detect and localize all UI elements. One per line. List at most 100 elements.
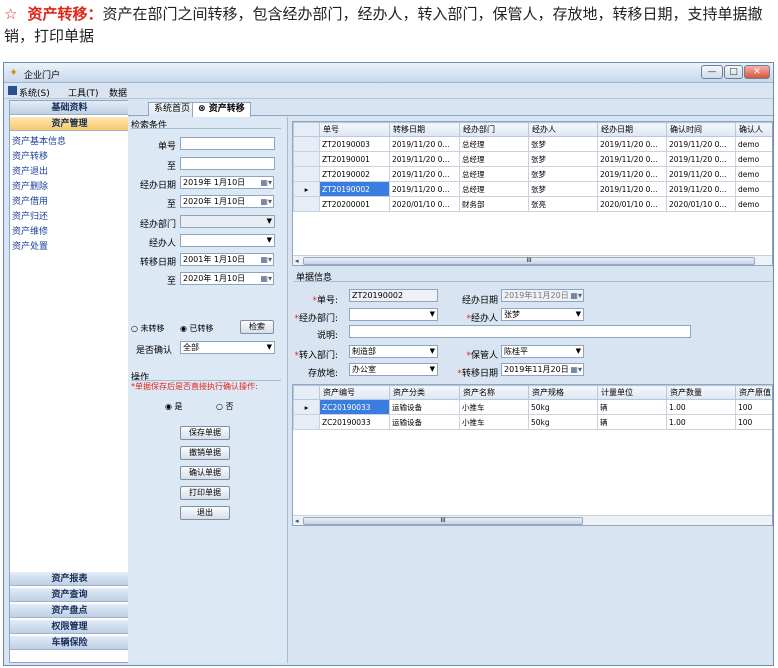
table-cell[interactable]: 2020/01/10 0...: [389, 196, 460, 212]
minimize-button[interactable]: —: [701, 65, 723, 79]
table-cell[interactable]: 张梦: [528, 151, 598, 167]
radio-auto-confirm-no[interactable]: ○ 否: [216, 401, 234, 412]
table-cell[interactable]: 2019/11/20 0...: [389, 166, 460, 182]
chevron-down-icon[interactable]: ▼: [430, 364, 435, 375]
table-cell[interactable]: 2019/11/20 0...: [597, 166, 667, 182]
col-header[interactable]: 资产名称: [459, 385, 529, 400]
row-selector[interactable]: ▸: [293, 399, 320, 415]
revoke-doc-button[interactable]: 撤销单据: [180, 446, 230, 460]
chevron-down-icon[interactable]: ▼: [267, 216, 272, 227]
col-header[interactable]: 确认人: [735, 122, 772, 137]
table-cell[interactable]: 2019/11/20 0...: [666, 151, 736, 167]
sidebar-item-borrow[interactable]: 资产借用: [12, 195, 66, 210]
calendar-icon[interactable]: ▦▾: [260, 177, 272, 188]
table-cell[interactable]: 50kg: [528, 414, 598, 430]
col-header[interactable]: 转移日期: [389, 122, 460, 137]
col-header[interactable]: 资产规格: [528, 385, 598, 400]
op-date-to-picker[interactable]: 2020年 1月10日 ▦▾: [180, 195, 274, 208]
table-cell[interactable]: 张梦: [528, 166, 598, 182]
tab-home[interactable]: 系统首页: [148, 102, 197, 116]
sidebar-item-delete[interactable]: 资产删除: [12, 180, 66, 195]
handler-select[interactable]: ▼: [180, 234, 275, 247]
info-note-input[interactable]: [349, 325, 691, 338]
table-cell[interactable]: 2019/11/20 0...: [666, 181, 736, 197]
info-doc-no-field[interactable]: ZT20190002: [349, 289, 438, 302]
table-cell[interactable]: 财务部: [459, 196, 529, 212]
table-cell[interactable]: ZT20190003: [319, 136, 390, 152]
col-header[interactable]: 资产分类: [389, 385, 460, 400]
col-header[interactable]: 资产数量: [666, 385, 736, 400]
chevron-down-icon[interactable]: ▼: [576, 309, 581, 320]
info-op-date-picker[interactable]: 2019年11月20日 ▦▾: [501, 289, 584, 302]
confirm-doc-button[interactable]: 确认单据: [180, 466, 230, 480]
sidebar-item-repair[interactable]: 资产维修: [12, 225, 66, 240]
table-cell[interactable]: 运输设备: [389, 399, 460, 415]
table-cell[interactable]: 小推车: [459, 399, 529, 415]
horizontal-scrollbar[interactable]: ◂ III: [293, 255, 772, 265]
chevron-down-icon[interactable]: ▼: [430, 309, 435, 320]
restore-button[interactable]: □: [724, 65, 743, 79]
table-cell[interactable]: demo: [735, 166, 772, 182]
table-cell[interactable]: 张梦: [528, 181, 598, 197]
table-row[interactable]: ▸ ZC20190033 运输设备 小推车 50kg 辆 1.00 100: [293, 399, 772, 415]
print-doc-button[interactable]: 打印单据: [180, 486, 230, 500]
menu-system[interactable]: 系统(S): [19, 86, 50, 99]
table-cell[interactable]: 1.00: [666, 414, 736, 430]
table-cell[interactable]: ZT20200001: [319, 196, 390, 212]
col-header[interactable]: 资产编号: [319, 385, 390, 400]
chevron-down-icon[interactable]: ▼: [267, 342, 272, 353]
table-cell[interactable]: 2019/11/20 0...: [597, 181, 667, 197]
scroll-thumb[interactable]: III: [303, 517, 583, 525]
table-row[interactable]: ZT20200001 2020/01/10 0... 财务部 张亮 2020/01/10…: [293, 196, 772, 212]
row-selector[interactable]: [293, 414, 320, 430]
col-header[interactable]: 计量单位: [597, 385, 667, 400]
table-cell[interactable]: 小推车: [459, 414, 529, 430]
table-cell[interactable]: ZC20190033: [319, 399, 390, 415]
radio-transferred[interactable]: ◉ 已转移: [180, 323, 214, 334]
col-header[interactable]: 经办人: [528, 122, 598, 137]
info-in-dept-select[interactable]: 制造部 ▼: [349, 345, 438, 358]
col-header[interactable]: 资产原值: [735, 385, 772, 400]
table-cell[interactable]: demo: [735, 181, 772, 197]
table-cell[interactable]: ZC20190033: [319, 414, 390, 430]
close-button[interactable]: ✕: [744, 65, 770, 79]
table-row[interactable]: ZT20190003 2019/11/20 0... 总经理 张梦 2019/11/20…: [293, 136, 772, 152]
col-header[interactable]: 经办部门: [459, 122, 529, 137]
search-button[interactable]: 检索: [240, 320, 274, 334]
table-cell[interactable]: 100: [735, 399, 772, 415]
info-location-select[interactable]: 办公室 ▼: [349, 363, 438, 376]
table-cell[interactable]: 2019/11/20 0...: [389, 136, 460, 152]
table-cell[interactable]: 2019/11/20 0...: [597, 136, 667, 152]
table-cell[interactable]: 2019/11/20 0...: [389, 181, 460, 197]
sidebar-header-basic[interactable]: 基础资料: [10, 101, 129, 115]
doc-no-to-input[interactable]: [180, 157, 275, 170]
tab-close-icon[interactable]: ⊗: [198, 104, 206, 114]
sidebar-item-dispose[interactable]: 资产处置: [12, 240, 66, 255]
table-cell[interactable]: ZT20190001: [319, 151, 390, 167]
table-cell[interactable]: 1.00: [666, 399, 736, 415]
table-cell[interactable]: demo: [735, 136, 772, 152]
table-cell[interactable]: 2020/01/10 0...: [597, 196, 667, 212]
table-cell[interactable]: 辆: [597, 414, 667, 430]
doc-no-input[interactable]: [180, 137, 275, 150]
chevron-down-icon[interactable]: ▼: [267, 235, 272, 246]
table-cell[interactable]: ZT20190002: [319, 181, 390, 197]
row-selector[interactable]: [293, 151, 320, 167]
table-cell[interactable]: 辆: [597, 399, 667, 415]
info-transfer-date-picker[interactable]: 2019年11月20日 ▦▾: [501, 363, 584, 376]
transfer-date-from-picker[interactable]: 2001年 1月10日 ▦▾: [180, 253, 274, 266]
radio-auto-confirm-yes[interactable]: ◉ 是: [165, 401, 183, 412]
sidebar-item-return[interactable]: 资产归还: [12, 210, 66, 225]
menu-tools[interactable]: 工具(T): [68, 86, 99, 99]
sidebar-header-report[interactable]: 资产报表: [10, 572, 129, 586]
save-doc-button[interactable]: 保存单据: [180, 426, 230, 440]
table-cell[interactable]: 50kg: [528, 399, 598, 415]
table-cell[interactable]: 2020/01/10 0...: [666, 196, 736, 212]
op-date-from-picker[interactable]: 2019年 1月10日 ▦▾: [180, 176, 274, 189]
table-cell[interactable]: 运输设备: [389, 414, 460, 430]
horizontal-scrollbar[interactable]: ◂ III: [293, 515, 772, 525]
sidebar-item-exit[interactable]: 资产退出: [12, 165, 66, 180]
table-row[interactable]: ZT20190002 2019/11/20 0... 总经理 张梦 2019/11/20…: [293, 166, 772, 182]
table-cell[interactable]: 张亮: [528, 196, 598, 212]
calendar-icon[interactable]: ▦▾: [570, 364, 582, 375]
